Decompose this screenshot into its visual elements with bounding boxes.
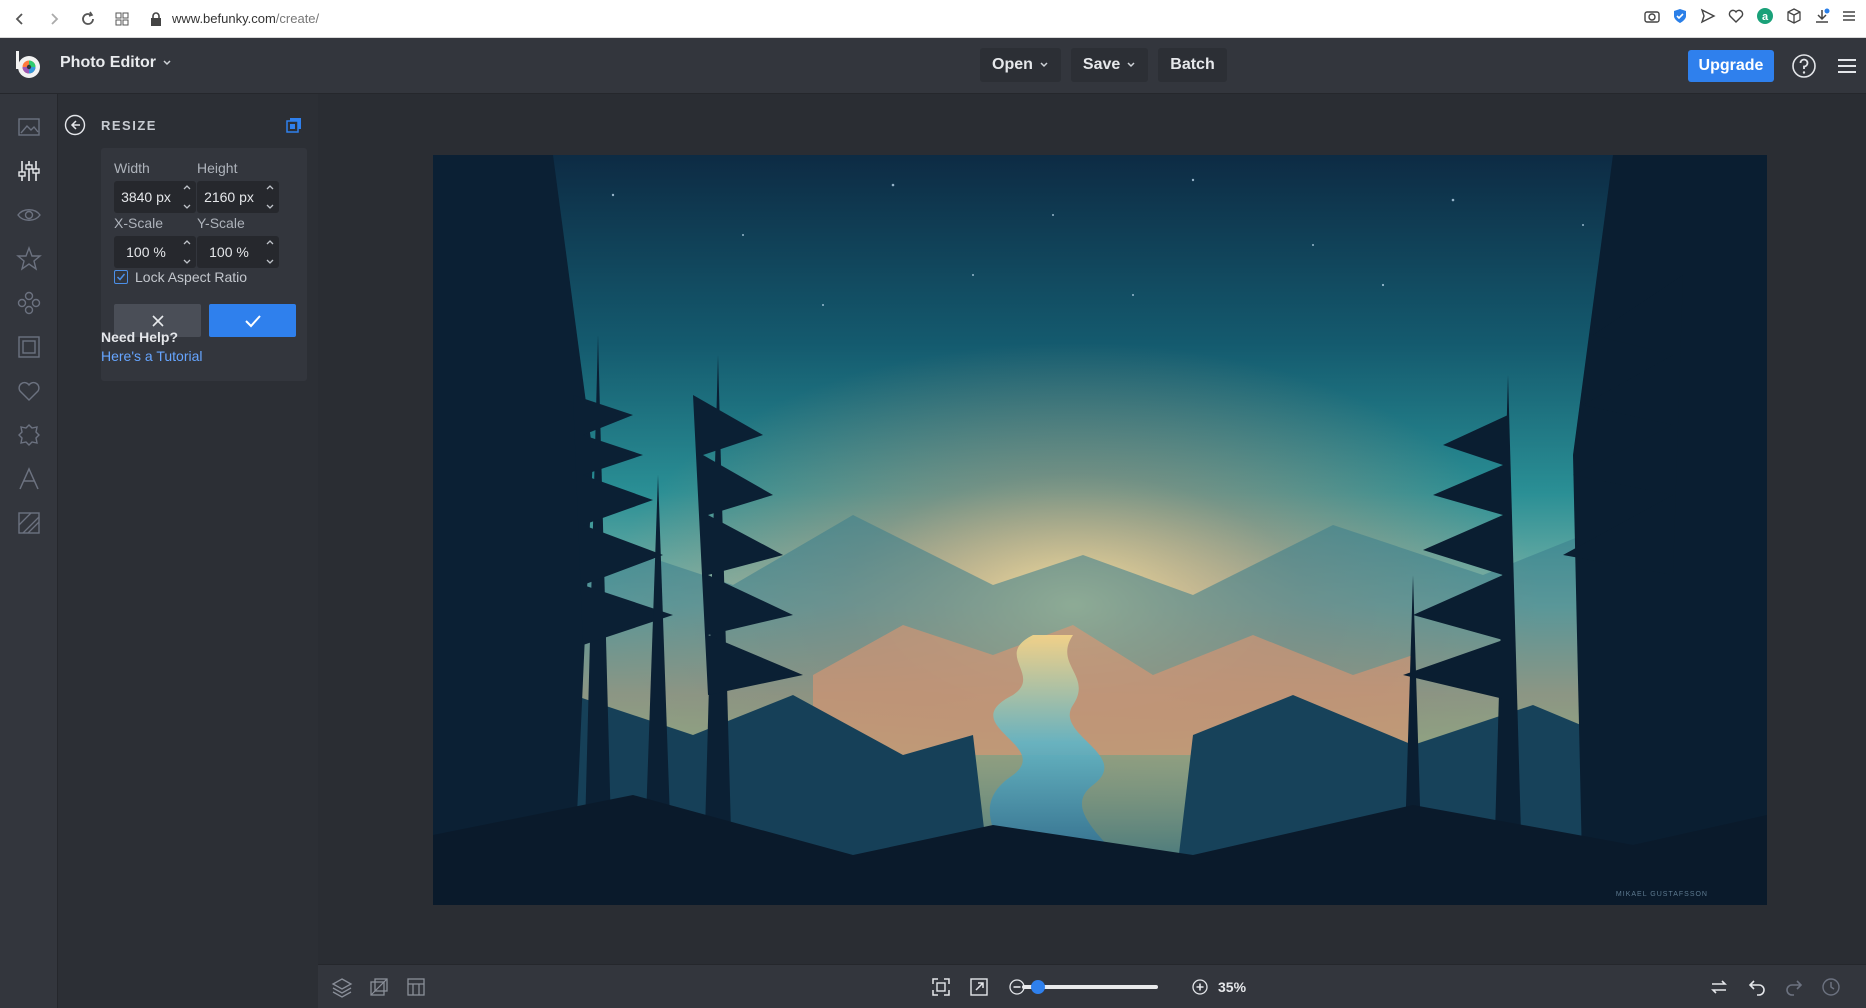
app-header: Photo Editor Open Save Batch Upgrade xyxy=(0,38,1866,94)
width-input[interactable]: 3840 px xyxy=(114,181,196,213)
editor-mode-label: Photo Editor xyxy=(60,54,156,71)
overlays-icon[interactable] xyxy=(16,422,42,448)
height-input[interactable]: 2160 px xyxy=(197,181,279,213)
graphics-icon[interactable] xyxy=(16,378,42,404)
zoom-in-icon[interactable] xyxy=(1189,976,1211,998)
history-icon[interactable] xyxy=(1820,976,1842,998)
editor-canvas: MIKAEL GUSTAFSSON xyxy=(318,94,1866,964)
zoom-percent: 35% xyxy=(1218,979,1247,995)
browser-extensions: a xyxy=(1644,7,1856,25)
heart-icon[interactable] xyxy=(1728,8,1744,24)
yscale-input[interactable]: 100 % xyxy=(197,236,279,268)
panel-title: RESIZE xyxy=(101,118,157,133)
artsy-icon[interactable] xyxy=(16,290,42,316)
camera-icon[interactable] xyxy=(1644,8,1660,24)
chevron-down-icon xyxy=(1039,60,1049,70)
width-value: 3840 px xyxy=(121,189,171,205)
touch-up-icon[interactable] xyxy=(16,202,42,228)
tool-rail xyxy=(0,94,58,1008)
open-label: Open xyxy=(992,56,1033,73)
lock-icon xyxy=(150,11,162,26)
effects-icon[interactable] xyxy=(16,246,42,272)
back-icon[interactable] xyxy=(8,7,32,31)
need-help-heading: Need Help? xyxy=(101,329,179,345)
height-label: Height xyxy=(197,160,238,176)
befunky-logo-icon[interactable] xyxy=(14,50,44,80)
edit-icon[interactable] xyxy=(16,114,42,140)
photo-watermark: MIKAEL GUSTAFSSON xyxy=(1616,891,1708,898)
undo-icon[interactable] xyxy=(1746,976,1768,998)
yscale-stepper[interactable] xyxy=(263,238,277,266)
speed-dial-icon[interactable] xyxy=(110,7,134,31)
check-icon xyxy=(244,314,261,327)
xscale-input[interactable]: 100 % xyxy=(114,236,196,268)
browser-nav xyxy=(8,7,134,31)
browser-toolbar: www.befunky.com/create/ a xyxy=(0,0,1866,38)
cube-icon[interactable] xyxy=(1786,8,1802,24)
yscale-value: 100 % xyxy=(209,244,249,260)
transform-icon[interactable] xyxy=(368,976,390,998)
batch-button[interactable]: Batch xyxy=(1158,48,1227,82)
xscale-stepper[interactable] xyxy=(180,238,194,266)
menu-lines-icon[interactable] xyxy=(1842,9,1856,23)
chevron-down-icon xyxy=(162,58,172,68)
open-menu-button[interactable]: Open xyxy=(980,48,1061,82)
fit-screen-icon[interactable] xyxy=(930,976,952,998)
back-arrow-icon[interactable] xyxy=(64,114,86,136)
apply-button[interactable] xyxy=(209,304,296,337)
batch-label: Batch xyxy=(1170,56,1215,73)
adjust-icon[interactable] xyxy=(16,158,42,184)
header-menu: Open Save Batch xyxy=(980,48,1227,82)
hamburger-menu-icon[interactable] xyxy=(1836,55,1858,77)
yscale-label: Y-Scale xyxy=(197,215,245,231)
copy-layers-icon[interactable] xyxy=(285,116,303,134)
height-value: 2160 px xyxy=(204,189,254,205)
url-domain: www.befunky.com xyxy=(172,11,276,26)
xscale-value: 100 % xyxy=(126,244,166,260)
textures-icon[interactable] xyxy=(16,510,42,536)
photo-image[interactable]: MIKAEL GUSTAFSSON xyxy=(433,155,1767,905)
upgrade-button[interactable]: Upgrade xyxy=(1688,50,1774,82)
redo-icon[interactable] xyxy=(1783,976,1805,998)
forward-icon[interactable] xyxy=(42,7,66,31)
svg-text:a: a xyxy=(1762,11,1769,23)
extension-a-icon[interactable]: a xyxy=(1756,7,1774,25)
frames-icon[interactable] xyxy=(16,334,42,360)
layout-icon[interactable] xyxy=(405,976,427,998)
send-icon[interactable] xyxy=(1700,8,1716,24)
lock-aspect-row[interactable]: Lock Aspect Ratio xyxy=(114,269,247,285)
editor-mode-dropdown[interactable]: Photo Editor xyxy=(60,54,172,72)
download-icon[interactable] xyxy=(1814,8,1830,24)
resize-panel: RESIZE Width Height 3840 px 2160 px X-Sc… xyxy=(58,94,318,1008)
save-menu-button[interactable]: Save xyxy=(1070,48,1149,82)
reload-icon[interactable] xyxy=(76,7,100,31)
help-icon[interactable] xyxy=(1791,53,1817,79)
shield-icon[interactable] xyxy=(1672,8,1688,24)
height-stepper[interactable] xyxy=(263,183,277,211)
tutorial-link[interactable]: Here's a Tutorial xyxy=(101,348,203,364)
lock-aspect-label: Lock Aspect Ratio xyxy=(135,269,248,285)
xscale-label: X-Scale xyxy=(114,215,164,231)
chevron-down-icon xyxy=(1126,60,1136,70)
url-path: /create/ xyxy=(275,11,320,26)
compare-swap-icon[interactable] xyxy=(1708,976,1730,998)
width-label: Width xyxy=(114,160,150,176)
resize-card: Width Height 3840 px 2160 px X-Scale Y-S… xyxy=(101,148,307,381)
zoom-slider-handle[interactable] xyxy=(1031,980,1045,994)
text-icon[interactable] xyxy=(16,466,42,492)
actual-size-icon[interactable] xyxy=(968,976,990,998)
layers-icon[interactable] xyxy=(331,976,353,998)
close-icon xyxy=(151,314,164,327)
lock-aspect-checkbox[interactable] xyxy=(114,270,128,284)
save-label: Save xyxy=(1082,56,1121,73)
bottom-toolbar: 35% xyxy=(318,964,1866,1008)
width-stepper[interactable] xyxy=(180,183,194,211)
address-bar[interactable]: www.befunky.com/create/ xyxy=(150,11,319,26)
